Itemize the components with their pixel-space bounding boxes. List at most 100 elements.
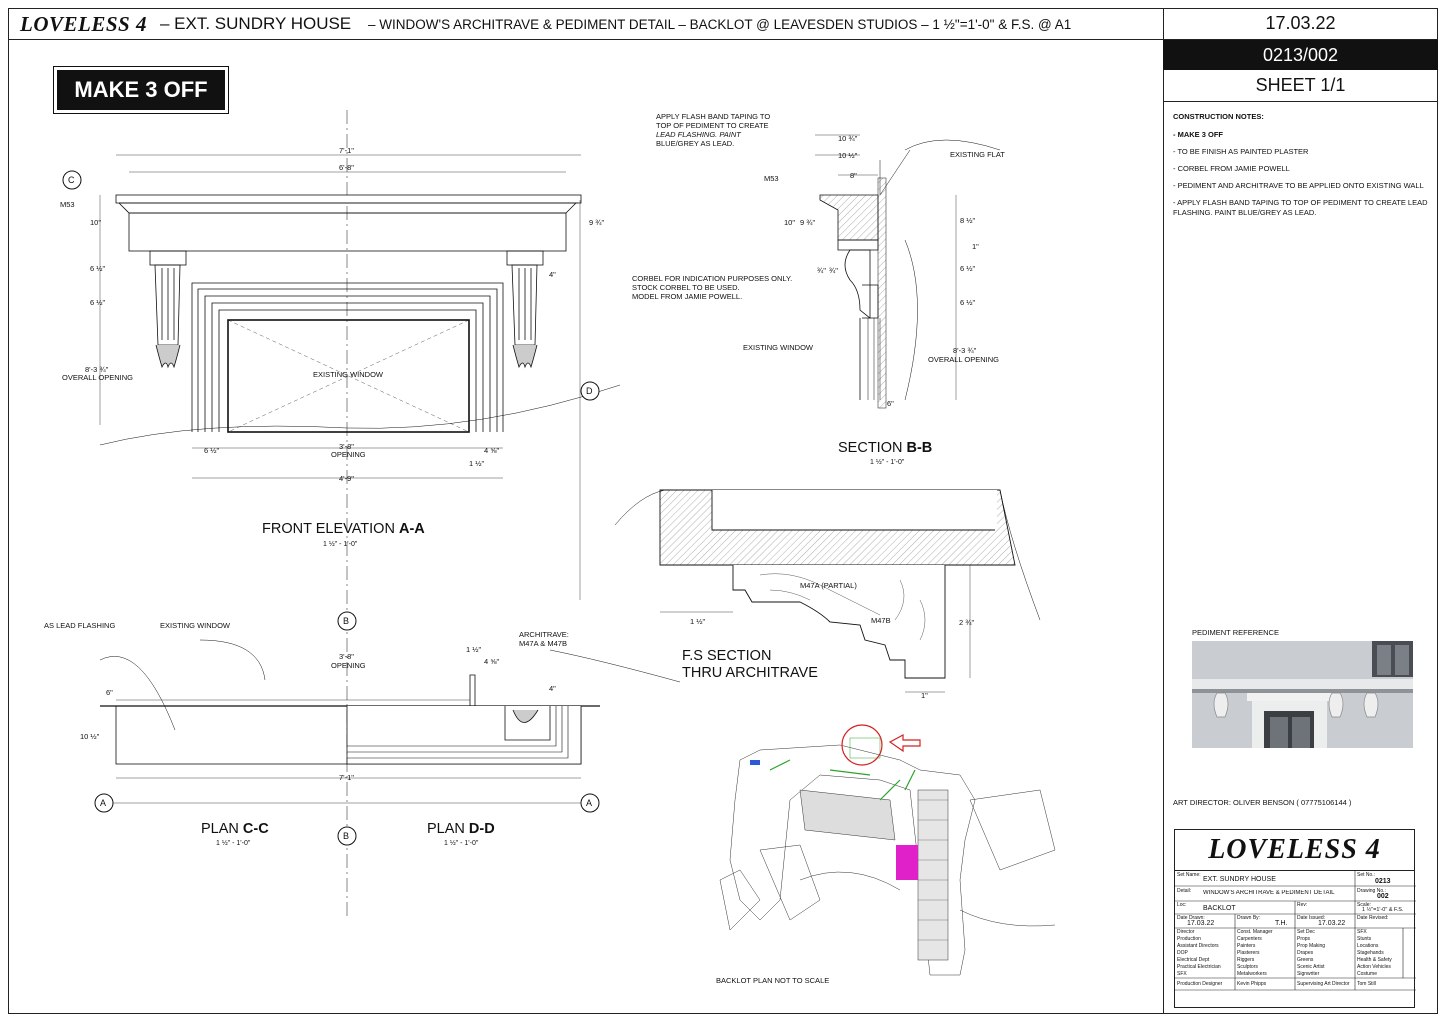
dim-6-half-b: 6 ½" [90, 298, 106, 307]
dim-1-half-plan: 1 ½" [466, 645, 482, 654]
tb-drawn-by-label: Drawn By: [1237, 915, 1261, 921]
tb-distribution-item: Drapes [1297, 950, 1314, 956]
tb-distribution-col-1: Director Production Assistant Directors DOP… [1177, 929, 1221, 978]
tb-distribution-col-3: Set Dec Props Prop Making Drapes Greens Sceni… [1297, 929, 1325, 978]
backlot-site-plan [719, 724, 1056, 976]
pediment-photo-illustration [1192, 641, 1413, 748]
dim-1-half: 1 ½" [469, 459, 485, 468]
tb-drawing-no: 002 [1377, 893, 1389, 900]
dim-4-plan: 4" [549, 684, 556, 693]
dim-10: 10" [90, 218, 102, 227]
section-bb-title: SECTION B-B [838, 440, 933, 456]
dim-8: 8" [850, 171, 857, 180]
header-date: 17.03.22 [1163, 8, 1438, 40]
tb-designer-label: Production Designer [1177, 981, 1223, 987]
dim-3-8: 3'-8" [339, 442, 354, 451]
backlot-caption: BACKLOT PLAN NOT TO SCALE [716, 976, 830, 985]
tb-distribution-item: Set Dec [1297, 929, 1315, 935]
tb-date-revised-label: Date Revised: [1357, 915, 1389, 921]
tb-set-no-label: Set No.: [1357, 872, 1376, 878]
section-bb-scale: 1 ½" - 1'-0" [870, 459, 905, 466]
tb-distribution-col-2: Const. Manager Carpenters Painters Plastere… [1237, 929, 1273, 978]
tb-set-name: EXT. SUNDRY HOUSE [1203, 876, 1276, 883]
art-director-line: ART DIRECTOR: OLIVER BENSON ( 0777510614… [1173, 798, 1352, 807]
dim-3-4-a: ¾" [817, 266, 826, 275]
label-corbel-3: MODEL FROM JAMIE POWELL. [632, 292, 743, 301]
tb-distribution-item: Carpenters [1237, 936, 1262, 942]
dim-4-9: 4'-9" [339, 474, 354, 483]
tb-distribution-item: Scenic Artist [1297, 964, 1325, 970]
label-m53-section: M53 [764, 174, 779, 183]
label-opening-plan: OPENING [331, 661, 366, 670]
tb-distribution-item: Metalworkers [1237, 971, 1267, 977]
note-item: - CORBEL FROM JAMIE POWELL [1173, 164, 1290, 173]
dim-3-4-b: ¾" [829, 266, 838, 275]
note-item: - MAKE 3 OFF [1173, 130, 1223, 139]
label-as-lead-flashing: AS LEAD FLASHING [44, 621, 116, 630]
front-elevation-title: FRONT ELEVATION A-A [262, 521, 425, 537]
dim-6-section: 6" [887, 399, 894, 408]
marker-c: C [68, 175, 75, 185]
title-block: LOVELESS 4 Set Name: EXT. SUNDRY HOUSE S… [1174, 829, 1416, 1008]
dim-7-1-plan: 7'-1" [339, 773, 354, 782]
label-opening: OPENING [331, 450, 366, 459]
dim-8-3-3-4-section: 8'-3 ¾" [953, 346, 977, 355]
label-flash-note-4: BLUE/GREY AS LEAD. [656, 139, 735, 148]
label-overall-opening: OVERALL OPENING [62, 373, 133, 382]
label-existing-window-elev: EXISTING WINDOW [313, 370, 383, 379]
plan-cc-scale: 1 ½" - 1'-0" [216, 840, 251, 847]
fs-section-title-1: F.S SECTION [682, 648, 772, 664]
tb-distribution-item: Assistant Directors [1177, 943, 1219, 949]
tb-distribution-item: Practical Electrician [1177, 964, 1221, 970]
dim-10-3-4: 10 ¾" [838, 134, 858, 143]
dim-9-3-4: 9 ¾" [589, 218, 605, 227]
tb-date-issued: 17.03.22 [1318, 920, 1346, 927]
dim-2-3-4: 2 ¾" [959, 618, 975, 627]
plan-cc-title: PLAN C-C [201, 821, 269, 837]
marker-b-bottom: B [343, 831, 350, 841]
marker-a-left: A [100, 798, 107, 808]
tb-sad: Tom Still [1357, 981, 1376, 987]
plan-dd-title: PLAN D-D [427, 821, 495, 837]
tb-rev-label: Rev: [1297, 902, 1308, 908]
label-overall-opening-section: OVERALL OPENING [928, 355, 999, 364]
marker-b-top: B [343, 616, 350, 626]
dim-3-8-plan: 3'-8" [339, 652, 354, 661]
dim-6-half-section-a: 6 ½" [960, 264, 976, 273]
marker-a-right: A [586, 798, 593, 808]
tb-distribution-item: Stunts [1357, 936, 1372, 942]
dim-6-half-section-b: 6 ½" [960, 298, 976, 307]
drawing-number-band: 0213/002 [1163, 40, 1438, 70]
fs-section-drawing [614, 489, 1041, 693]
front-elevation-scale: 1 ½" - 1'-0" [323, 541, 358, 548]
tb-distribution-item: Production [1177, 936, 1201, 942]
tb-designer: Kevin Phipps [1237, 981, 1267, 987]
dim-8-3-3-4: 8'-3 ¾" [85, 365, 109, 374]
label-existing-window-plan: EXISTING WINDOW [160, 621, 230, 630]
tb-distribution-item: Sculptors [1237, 964, 1258, 970]
sheet-number: SHEET 1/1 [1163, 70, 1438, 102]
left-corbel [149, 250, 187, 369]
tb-distribution-item: Costume [1357, 971, 1378, 977]
tb-distribution-item: Electrical Dept [1177, 957, 1210, 963]
note-item: - APPLY FLASH BAND TAPING TO TOP OF PEDI… [1173, 198, 1428, 217]
tb-distribution-item: Director [1177, 929, 1195, 935]
tb-date-drawn: 17.03.22 [1187, 920, 1215, 927]
dim-10-half-plan: 10 ½" [80, 732, 100, 741]
tb-detail: WINDOW'S ARCHITRAVE & PEDIMENT DETAIL [1203, 890, 1335, 896]
pediment-reference-caption: PEDIMENT REFERENCE [1192, 628, 1279, 637]
dim-6-half-a: 6 ½" [90, 264, 106, 273]
tb-distribution-item: SFX [1177, 971, 1187, 977]
tb-sad-label: Supervising Art Director [1297, 981, 1350, 987]
plan-dd-scale: 1 ½" - 1'-0" [444, 840, 479, 847]
tb-distribution-col-4: SFX Stunts Locations Stagehands Health & Saf… [1357, 929, 1392, 978]
dim-10-section: 10" [784, 218, 796, 227]
tb-distribution-item: Riggers [1237, 957, 1255, 963]
label-existing-window-section: EXISTING WINDOW [743, 343, 813, 352]
pediment-reference-photo [1192, 641, 1413, 748]
tb-loc: BACKLOT [1203, 905, 1236, 912]
label-m47b: M47B [871, 616, 891, 625]
dim-6-plan: 6" [106, 688, 113, 697]
tb-distribution-item: Greens [1297, 957, 1314, 963]
dim-4-5-8-plan: 4 ⅝" [484, 657, 500, 666]
